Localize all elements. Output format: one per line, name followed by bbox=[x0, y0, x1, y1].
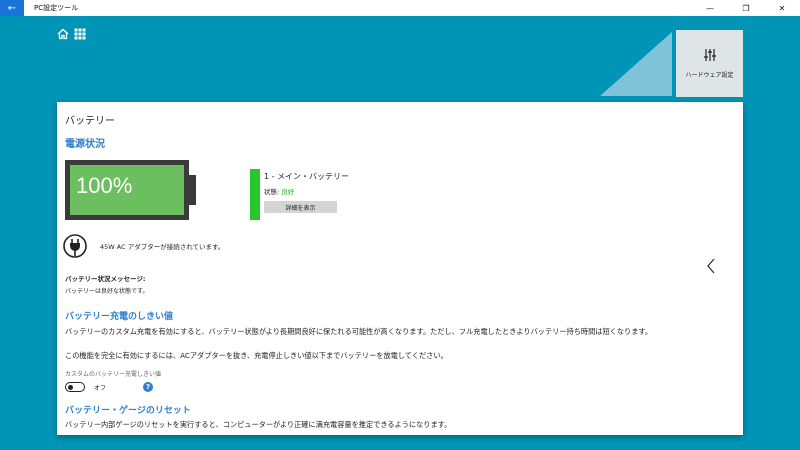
battery-level-fill: 100% bbox=[70, 165, 184, 215]
gauge-reset-description: バッテリー内部ゲージのリセットを実行すると、コンピューターがより正確に満充電容量… bbox=[65, 420, 452, 429]
battery-name: 1 - メイン・バッテリー bbox=[264, 172, 350, 181]
minimize-button[interactable]: — bbox=[692, 0, 728, 16]
page-title: バッテリー bbox=[65, 116, 115, 127]
close-icon: ✕ bbox=[778, 3, 786, 13]
grid-icon[interactable] bbox=[74, 28, 86, 40]
battery-graphic: 100% bbox=[65, 160, 189, 220]
battery-panel: バッテリー 電源状況 100% 1 - メイン・バッテリー 状態: 良好 詳細を… bbox=[57, 102, 743, 435]
back-arrow-icon: ← bbox=[7, 2, 17, 14]
battery-status-label: 状態: bbox=[264, 188, 280, 196]
window-controls: — ❐ ✕ bbox=[692, 0, 800, 16]
close-button[interactable]: ✕ bbox=[764, 0, 800, 16]
battery-message-text: バッテリーは良好な状態です。 bbox=[65, 288, 149, 295]
title-bar: ← PC設定ツール — ❐ ✕ bbox=[0, 0, 800, 16]
gauge-reset-heading: バッテリー・ゲージのリセット bbox=[65, 406, 191, 416]
battery-percent: 100% bbox=[76, 173, 133, 198]
top-nav bbox=[57, 28, 86, 40]
plug-icon bbox=[63, 234, 87, 258]
hardware-settings-label: ハードウェア設定 bbox=[685, 72, 734, 79]
minimize-icon: — bbox=[706, 3, 714, 13]
battery-terminal bbox=[189, 175, 196, 205]
home-icon[interactable] bbox=[57, 28, 69, 40]
power-status-heading: 電源状況 bbox=[65, 139, 105, 150]
battery-status-value: 良好 bbox=[281, 188, 295, 196]
app-title: PC設定ツール bbox=[34, 4, 79, 12]
help-icon[interactable]: ? bbox=[143, 382, 153, 392]
chevron-left-icon[interactable] bbox=[705, 258, 717, 274]
sliders-icon bbox=[703, 49, 716, 61]
battery-message-title: バッテリー状況メッセージ: bbox=[65, 275, 146, 283]
show-details-button[interactable]: 詳細を表示 bbox=[264, 201, 337, 213]
back-button[interactable]: ← bbox=[0, 0, 24, 16]
toggle-knob bbox=[68, 384, 73, 390]
adapter-status-text: 45W AC アダプターが接続されています。 bbox=[100, 243, 225, 251]
restore-icon: ❐ bbox=[742, 3, 750, 13]
hardware-settings-tile[interactable]: ハードウェア設定 bbox=[676, 30, 743, 97]
charge-threshold-instructions: この機能を完全に有効にするには、ACアダプターを抜き、充電停止しきい値以下までバ… bbox=[65, 351, 448, 360]
charge-threshold-description: バッテリーのカスタム充電を有効にすると、バッテリー状態がより長期間良好に保たれる… bbox=[65, 327, 653, 336]
battery-status: 状態: 良好 bbox=[264, 186, 294, 196]
custom-threshold-label: カスタムのバッテリー充電しきい値 bbox=[65, 371, 162, 378]
restore-button[interactable]: ❐ bbox=[728, 0, 764, 16]
battery-health-bar bbox=[250, 169, 260, 220]
toggle-state-label: オフ bbox=[94, 385, 107, 392]
custom-threshold-toggle[interactable] bbox=[65, 382, 85, 392]
decorative-triangle bbox=[600, 32, 672, 96]
charge-threshold-heading: バッテリー充電のしきい値 bbox=[65, 312, 174, 322]
